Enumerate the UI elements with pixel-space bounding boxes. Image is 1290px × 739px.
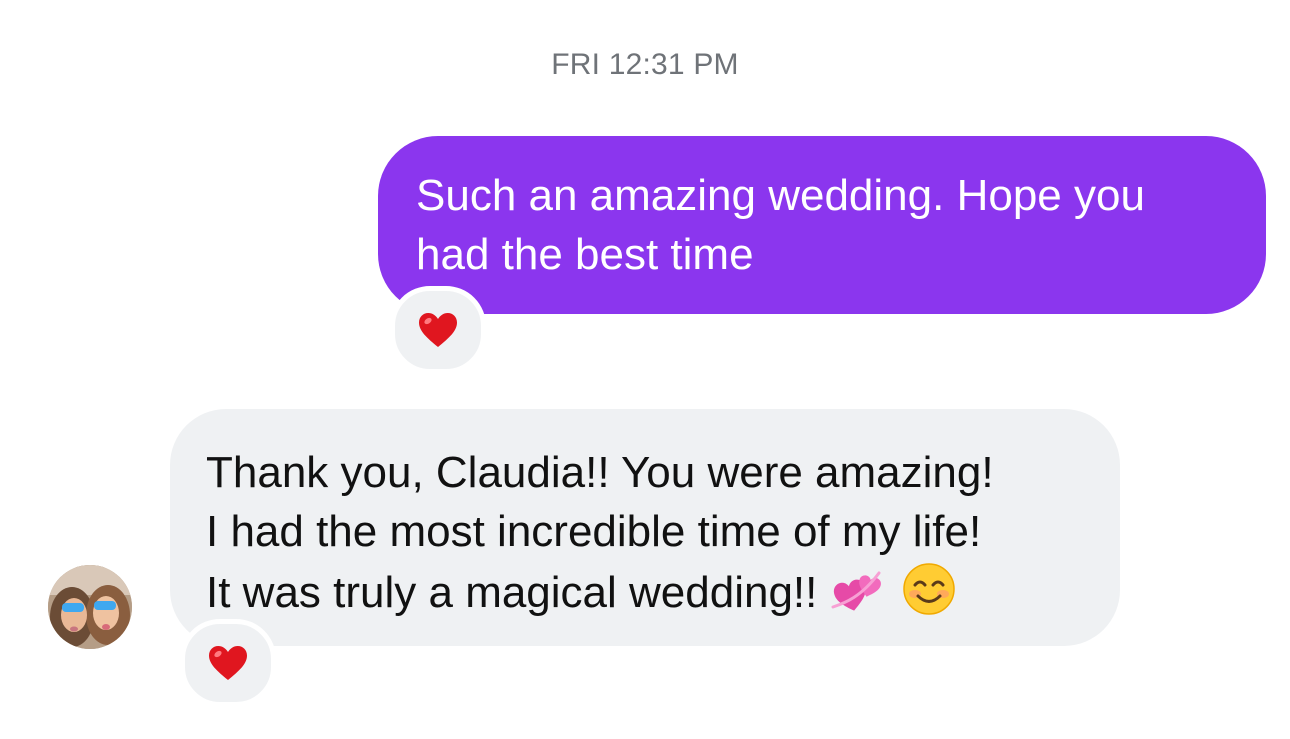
message-text: It was truly a magical wedding!! [206,568,818,617]
message-text-line: Thank you, Claudia!! You were amazing! [206,448,994,497]
two-hearts-icon [831,567,887,632]
reaction-badge[interactable] [390,286,486,374]
received-message-bubble[interactable]: Thank you, Claudia!! You were amazing! I… [170,409,1120,646]
red-heart-icon [207,644,249,682]
avatar[interactable] [48,565,132,649]
message-thread: FRI 12:31 PM Such an amazing wedding. Ho… [0,0,1290,739]
message-text-line: had the best time [416,230,754,279]
message-text-line: I had the most incredible time of my lif… [206,507,982,556]
smiling-face-icon [901,561,957,632]
message-text-line: Such an amazing wedding. Hope you [416,171,1145,220]
message-text-line: It was truly a magical wedding!! [206,561,1090,632]
reaction-badge[interactable] [180,619,276,707]
sent-message-bubble[interactable]: Such an amazing wedding. Hope you had th… [378,136,1266,314]
red-heart-icon [417,311,459,349]
timestamp: FRI 12:31 PM [551,48,739,81]
